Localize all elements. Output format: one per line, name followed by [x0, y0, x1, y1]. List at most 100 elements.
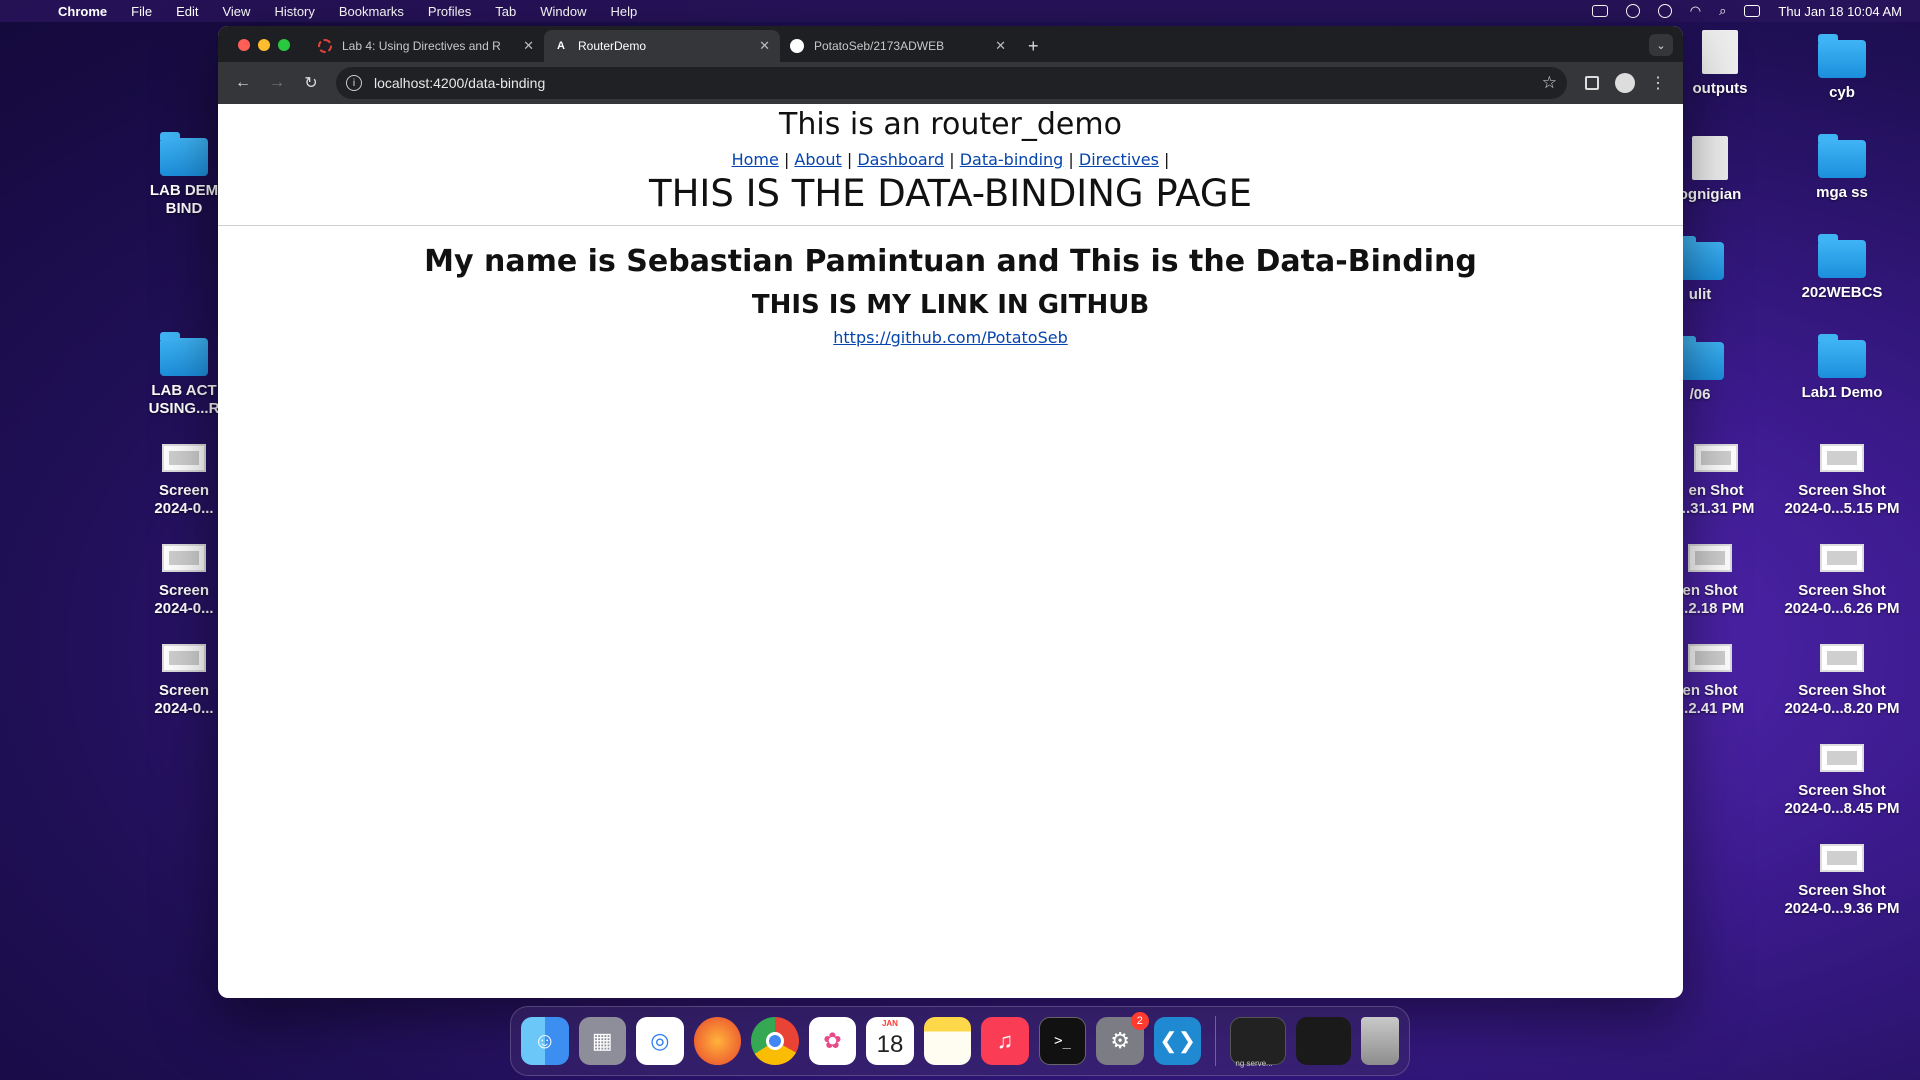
desktop-icon-label: Screen Shot 2024-0...8.45 PM — [1784, 782, 1900, 817]
web-page-content: This is an router_demo Home | About | Da… — [218, 106, 1683, 347]
notes-icon[interactable] — [923, 1017, 972, 1065]
nav-separator: | — [1164, 150, 1170, 169]
desktop-icon-label: Screen Shot 2024-0...9.36 PM — [1784, 882, 1900, 917]
launchpad-icon[interactable]: ▦ — [578, 1017, 627, 1065]
lab-favicon-icon — [318, 39, 332, 53]
menu-edit[interactable]: Edit — [164, 4, 210, 19]
menu-view[interactable]: View — [210, 4, 262, 19]
zoom-window-button[interactable] — [278, 39, 290, 51]
github-link[interactable]: https://github.com/PotatoSeb — [833, 328, 1067, 347]
close-tab-icon[interactable]: ✕ — [523, 38, 534, 54]
calendar-icon[interactable]: JAN 18 — [866, 1017, 914, 1065]
chrome-menu-icon[interactable]: ⋮ — [1641, 68, 1675, 98]
tab-routerdemo[interactable]: A RouterDemo ✕ — [544, 30, 780, 62]
desktop-icon-label: Lab1 Demo — [1801, 384, 1883, 401]
creative-cloud-icon[interactable] — [1625, 4, 1640, 18]
menubar-clock[interactable]: Thu Jan 18 10:04 AM — [1778, 4, 1902, 19]
tab-lab4[interactable]: Lab 4: Using Directives and R ✕ — [308, 30, 544, 62]
folder-icon — [160, 132, 208, 176]
chrome-icon[interactable] — [751, 1017, 799, 1065]
divider — [218, 225, 1683, 226]
desktop-icon-label: Screen Shot 2024-0...8.20 PM — [1784, 682, 1900, 717]
terminal-icon[interactable]: >_ — [1038, 1017, 1087, 1065]
forward-button[interactable]: → — [260, 68, 294, 98]
desktop-screenshot-file[interactable]: Screen Shot 2024-0...8.20 PM — [1782, 644, 1902, 718]
vscode-icon[interactable]: ❮❯ — [1153, 1017, 1202, 1065]
minimize-window-button[interactable] — [258, 39, 270, 51]
nav-link-dashboard[interactable]: Dashboard — [857, 150, 944, 169]
nav-separator: | — [949, 150, 955, 169]
desktop-screenshot-file[interactable]: Screen Shot 2024-0...5.15 PM — [1782, 444, 1902, 518]
nav-link-home[interactable]: Home — [732, 150, 779, 169]
reload-button[interactable]: ↻ — [294, 68, 328, 98]
profile-avatar-icon[interactable] — [1615, 73, 1635, 93]
nav-link-data-binding[interactable]: Data-binding — [960, 150, 1064, 169]
folder-icon — [1818, 234, 1866, 278]
music-icon[interactable]: ♫ — [981, 1017, 1029, 1065]
document-icon — [1692, 136, 1728, 180]
github-heading: THIS IS MY LINK IN GITHUB — [751, 290, 1150, 320]
menu-file[interactable]: File — [119, 4, 164, 19]
chrome-window: Lab 4: Using Directives and R ✕ A Router… — [218, 26, 1683, 998]
input-source-icon[interactable] — [1591, 5, 1608, 17]
desktop-screenshot-file[interactable]: Screen Shot 2024-0...9.36 PM — [1782, 844, 1902, 918]
url-text[interactable]: localhost:4200/data-binding — [374, 75, 1542, 91]
minimized-window-label: ng serve... — [1235, 1059, 1273, 1068]
menu-profiles[interactable]: Profiles — [416, 4, 483, 19]
minimized-vscode-window[interactable] — [1295, 1017, 1352, 1065]
screenshot-thumbnail-icon — [1820, 444, 1864, 472]
screenshot-thumbnail-icon — [1820, 544, 1864, 572]
site-title: This is an router_demo — [779, 107, 1122, 142]
menu-app-name[interactable]: Chrome — [46, 4, 119, 19]
control-center-icon[interactable] — [1744, 5, 1761, 17]
desktop-screenshot-file[interactable]: Screen Shot 2024-0...6.26 PM — [1782, 544, 1902, 618]
nav-link-about[interactable]: About — [794, 150, 841, 169]
tab-github[interactable]: PotatoSeb/2173ADWEB ✕ — [780, 30, 1016, 62]
minimized-terminal-window[interactable]: ng serve... — [1230, 1017, 1286, 1068]
side-panel-icon[interactable] — [1585, 76, 1599, 90]
site-info-icon[interactable]: i — [346, 75, 362, 91]
desktop-icon-label: Screen Shot 2024-0...6.26 PM — [1784, 582, 1900, 617]
menu-tab[interactable]: Tab — [483, 4, 528, 19]
screenshot-thumbnail-icon — [162, 544, 206, 572]
folder-icon — [1818, 34, 1866, 78]
close-tab-icon[interactable]: ✕ — [995, 38, 1006, 54]
nav-separator: | — [1068, 150, 1074, 169]
tab-search-button[interactable]: ⌄ — [1649, 34, 1673, 56]
angular-icon: A — [557, 40, 565, 52]
wifi-icon[interactable]: ◠ — [1690, 3, 1701, 19]
menu-history[interactable]: History — [262, 4, 326, 19]
close-tab-icon[interactable]: ✕ — [759, 38, 770, 54]
new-tab-button[interactable]: + — [1016, 30, 1051, 62]
desktop-folder-mga-ss[interactable]: mga ss — [1782, 134, 1902, 202]
desktop-folder-lab1-demo[interactable]: Lab1 Demo — [1782, 334, 1902, 402]
desktop-screenshot-file[interactable]: Screen Shot 2024-0...8.45 PM — [1782, 744, 1902, 818]
safari-icon[interactable]: ◎ — [636, 1017, 684, 1065]
photos-icon[interactable]: ✿ — [808, 1017, 857, 1065]
address-bar[interactable]: i localhost:4200/data-binding ☆ — [336, 67, 1567, 99]
firefox-icon[interactable] — [693, 1017, 742, 1065]
desktop-folder-cyb[interactable]: cyb — [1782, 34, 1902, 102]
bookmark-star-icon[interactable]: ☆ — [1542, 73, 1557, 93]
trash-icon[interactable] — [1361, 1017, 1399, 1065]
close-window-button[interactable] — [238, 39, 250, 51]
desktop-icon-label: 202WEBCS — [1801, 284, 1883, 301]
document-icon — [1702, 30, 1738, 74]
screenshot-thumbnail-icon — [1820, 844, 1864, 872]
folder-icon — [1818, 134, 1866, 178]
system-settings-icon[interactable]: ⚙ 2 — [1096, 1012, 1149, 1065]
tab-title: RouterDemo — [578, 39, 647, 53]
spotlight-search-icon[interactable]: ⌕ — [1719, 3, 1726, 19]
notification-badge: 2 — [1130, 1012, 1149, 1030]
screenshot-thumbnail-icon — [1688, 544, 1732, 572]
back-button[interactable]: ← — [226, 68, 260, 98]
nav-separator: | — [783, 150, 790, 169]
tab-title: PotatoSeb/2173ADWEB — [814, 39, 945, 53]
airdrop-icon[interactable] — [1657, 4, 1672, 18]
menu-help[interactable]: Help — [599, 4, 650, 19]
menu-window[interactable]: Window — [528, 4, 598, 19]
desktop-folder-202webcs[interactable]: 202WEBCS — [1782, 234, 1902, 302]
menu-bookmarks[interactable]: Bookmarks — [327, 4, 416, 19]
nav-link-directives[interactable]: Directives — [1079, 150, 1159, 169]
finder-icon[interactable]: ☺ — [521, 1017, 569, 1065]
